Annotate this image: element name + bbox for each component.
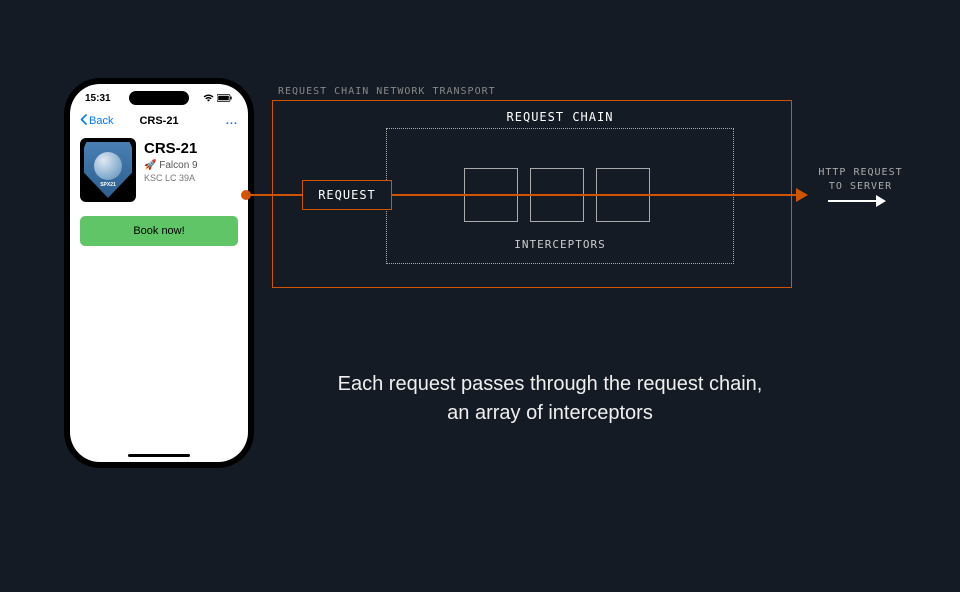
http-line1: HTTP REQUEST	[818, 167, 902, 178]
request-arrowhead-icon	[796, 188, 808, 202]
battery-icon	[217, 94, 233, 104]
mission-row: SPX21 CRS-21 🚀 Falcon 9 KSC LC 39A	[80, 138, 238, 202]
phone-notch	[129, 91, 189, 105]
book-now-button[interactable]: Book now!	[80, 216, 238, 246]
phone-screen: 15:31 Back CRS-21 ...	[70, 84, 248, 462]
http-arrow-line	[828, 200, 878, 202]
back-button[interactable]: Back	[80, 114, 113, 128]
badge-shield-icon: SPX21	[84, 142, 132, 198]
phone-mockup: 15:31 Back CRS-21 ...	[64, 78, 254, 468]
nav-menu-dots[interactable]: ...	[226, 115, 238, 127]
chevron-left-icon	[80, 114, 87, 128]
app-content: SPX21 CRS-21 🚀 Falcon 9 KSC LC 39A Book …	[80, 138, 238, 246]
transport-label: REQUEST CHAIN NETWORK TRANSPORT	[278, 86, 496, 97]
back-label: Back	[89, 115, 113, 127]
badge-text: SPX21	[100, 182, 116, 188]
nav-title: CRS-21	[139, 115, 178, 127]
interceptors-label: INTERCEPTORS	[386, 238, 734, 251]
caption-line2: an array of interceptors	[447, 402, 653, 424]
status-time: 15:31	[85, 93, 111, 104]
rocket-name: Falcon 9	[159, 160, 197, 171]
rocket-icon: 🚀	[144, 160, 156, 171]
status-icons	[203, 93, 233, 104]
nav-bar: Back CRS-21 ...	[70, 114, 248, 128]
request-line	[244, 194, 302, 196]
home-indicator	[128, 454, 190, 457]
http-arrowhead-icon	[876, 195, 886, 207]
mission-info: CRS-21 🚀 Falcon 9 KSC LC 39A	[144, 138, 238, 183]
request-chain-label: REQUEST CHAIN	[386, 110, 734, 124]
rocket-line: 🚀 Falcon 9	[144, 160, 238, 171]
caption-line1: Each request passes through the request …	[338, 373, 763, 395]
launch-site: KSC LC 39A	[144, 173, 238, 183]
mission-name: CRS-21	[144, 140, 238, 157]
badge-globe-icon	[94, 152, 122, 180]
wifi-icon	[203, 94, 214, 104]
http-line2: TO SERVER	[829, 181, 892, 192]
request-box: REQUEST	[302, 180, 392, 210]
mission-badge: SPX21	[80, 138, 136, 202]
http-label: HTTP REQUEST TO SERVER	[808, 166, 913, 194]
caption: Each request passes through the request …	[300, 370, 800, 428]
request-line	[392, 194, 798, 196]
